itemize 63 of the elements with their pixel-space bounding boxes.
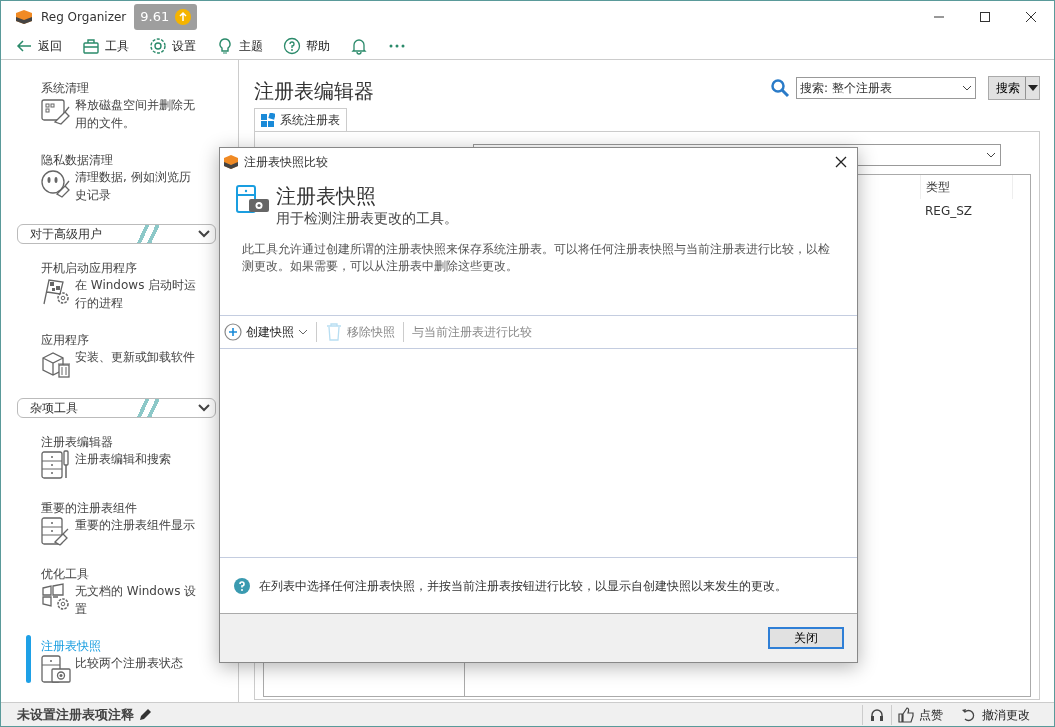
section-label: 对于高级用户 [30, 226, 102, 243]
settings-button[interactable]: 设置 [149, 37, 196, 55]
pencil-icon[interactable] [138, 707, 152, 722]
like-button[interactable]: 点赞 [898, 705, 943, 724]
app-logo-icon [15, 9, 33, 25]
sidebar-item[interactable]: 重要的注册表组件 重要的注册表组件显示 [17, 500, 216, 546]
caret-icon [986, 152, 996, 158]
back-button[interactable]: 返回 [15, 37, 62, 55]
search-scope-dropdown[interactable]: 搜索: 整个注册表 [796, 77, 976, 99]
checkered-flag-gear-icon [41, 276, 71, 306]
thumbs-up-icon [898, 706, 914, 723]
sidebar-item[interactable]: 系统清理 释放磁盘空间并删除无用的文件。 [17, 80, 216, 132]
window-title: Reg Organizer [41, 9, 127, 26]
section-label: 杂项工具 [30, 400, 78, 417]
dialog-title: 注册表快照比较 [244, 154, 328, 171]
dialog-description: 此工具允许通过创建所谓的注册表快照来保存系统注册表。可以将任何注册表快照与当前注册表进行比较，以检测更改。如果需要，可以从注册表中删除这些更改。 [241, 241, 831, 275]
toolbox-icon [82, 37, 100, 55]
settings-icon [149, 37, 167, 55]
sidebar-item[interactable]: 开机启动应用程序 在 Windows 启动时运行的进程 [17, 260, 216, 312]
caret-icon [962, 85, 972, 91]
plus-circle-icon [224, 323, 242, 341]
column-header[interactable]: 类型 [920, 175, 1012, 199]
create-snapshot-button[interactable]: 创建快照 [224, 323, 308, 341]
tab[interactable]: 系统注册表 [254, 108, 347, 131]
privacy-cleanup-icon [41, 168, 71, 198]
trash-icon [325, 323, 343, 341]
sidebar-item[interactable]: 注册表快照 比较两个注册表状态 [17, 638, 216, 684]
search-button[interactable]: 搜索 [988, 76, 1040, 100]
table-cell: REG_SZ [920, 199, 1012, 223]
windows-logo-icon [261, 113, 275, 127]
bell-icon[interactable] [350, 37, 368, 55]
comment-status: 未设置注册表项注释 [17, 705, 134, 724]
sidebar-item[interactable]: 优化工具 无文档的 Windows 设置 [17, 566, 216, 618]
help-button[interactable]: 帮助 [283, 37, 330, 55]
undo-icon [961, 706, 977, 723]
cabinet-camera-icon [41, 654, 71, 684]
cabinet-broom-icon [41, 516, 71, 546]
close-icon[interactable] [834, 155, 848, 169]
tools-button[interactable]: 工具 [82, 37, 129, 55]
help-icon [283, 37, 301, 55]
search-icon [770, 78, 790, 98]
dialog-subtitle: 用于检测注册表更改的工具。 [276, 209, 458, 228]
caret-icon [1025, 77, 1039, 99]
caret-icon [298, 329, 308, 335]
app-logo-icon [223, 154, 239, 170]
lightbulb-icon [216, 37, 234, 55]
dialog-heading: 注册表快照 [276, 184, 377, 208]
cabinet-screwdriver-icon [41, 450, 71, 480]
upgrade-icon [175, 9, 192, 25]
section-header[interactable]: 对于高级用户 [17, 224, 216, 244]
help-icon [234, 577, 250, 594]
page-title: 注册表编辑器 [254, 78, 374, 105]
headset-icon[interactable] [869, 706, 885, 723]
undo-changes-button[interactable]: 撤消更改 [961, 705, 1030, 724]
hint-text: 在列表中选择任何注册表快照，并按当前注册表按钮进行比较，以显示自创建快照以来发生的更改。 [259, 577, 787, 595]
close-button[interactable]: 关闭 [768, 627, 844, 649]
sidebar-item[interactable]: 隐私数据清理 清理数据, 例如浏览历史记录 [17, 152, 216, 204]
theme-button[interactable]: 主题 [216, 37, 263, 55]
cleanup-icon [41, 96, 71, 126]
sidebar-item[interactable]: 注册表编辑器 注册表编辑和搜索 [17, 434, 216, 480]
section-header[interactable]: 杂项工具 [17, 398, 216, 418]
windows-gear-icon [41, 582, 71, 612]
sidebar-item[interactable]: 应用程序 安装、更新或卸载软件 [17, 332, 216, 378]
